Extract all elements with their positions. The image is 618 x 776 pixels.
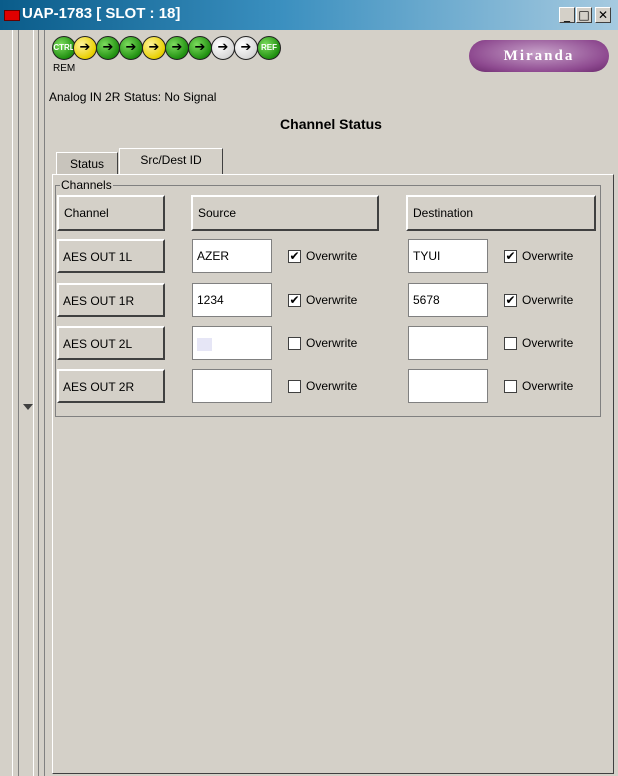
- group-legend: Channels: [60, 178, 113, 192]
- overwrite-label: Overwrite: [522, 379, 574, 393]
- arrow-icon[interactable]: ➔: [96, 36, 120, 60]
- channel-button[interactable]: AES OUT 1R: [57, 283, 165, 317]
- overwrite-label: Overwrite: [522, 249, 574, 263]
- status-line: Analog IN 2R Status: No Signal: [49, 90, 217, 104]
- destination-input[interactable]: 5678: [408, 283, 488, 317]
- channel-button[interactable]: AES OUT 2L: [57, 326, 165, 360]
- source-input[interactable]: AZER: [192, 239, 272, 273]
- app-window: UAP-1783 [ SLOT : 18] _ □ ✕ CTRL ➔ ➔ ➔ ➔…: [0, 0, 618, 776]
- source-input[interactable]: [192, 369, 272, 403]
- channel-button[interactable]: AES OUT 1L: [57, 239, 165, 273]
- tab-status[interactable]: Status: [56, 152, 118, 174]
- title-bar[interactable]: UAP-1783 [ SLOT : 18] _ □ ✕: [0, 0, 618, 30]
- window-title: UAP-1783 [ SLOT : 18]: [22, 5, 181, 22]
- minimize-button[interactable]: _: [559, 7, 575, 23]
- tab-src-dest-id[interactable]: Src/Dest ID: [119, 148, 223, 174]
- left-rail: [0, 30, 43, 776]
- overwrite-label: Overwrite: [306, 336, 358, 350]
- ref-icon[interactable]: REF: [257, 36, 281, 60]
- arrow-icon[interactable]: ➔: [165, 36, 189, 60]
- destination-header-button[interactable]: Destination: [406, 195, 596, 231]
- source-overwrite-checkbox[interactable]: [288, 380, 301, 393]
- source-input[interactable]: [192, 326, 272, 360]
- arrow-icon[interactable]: ➔: [119, 36, 143, 60]
- overwrite-label: Overwrite: [306, 293, 358, 307]
- destination-overwrite-checkbox[interactable]: ✔: [504, 250, 517, 263]
- expand-arrow-icon[interactable]: [23, 404, 33, 410]
- rail-divider: [12, 30, 13, 776]
- destination-overwrite-checkbox[interactable]: [504, 337, 517, 350]
- close-button[interactable]: ✕: [595, 7, 611, 23]
- panel-title: Channel Status: [280, 116, 382, 132]
- miranda-logo: Miranda: [469, 40, 609, 72]
- overwrite-label: Overwrite: [306, 379, 358, 393]
- source-input[interactable]: 1234: [192, 283, 272, 317]
- rem-label: REM: [53, 63, 76, 74]
- arrow-icon[interactable]: ➔: [142, 36, 166, 60]
- destination-input[interactable]: [408, 326, 488, 360]
- overwrite-label: Overwrite: [522, 293, 574, 307]
- overwrite-label: Overwrite: [306, 249, 358, 263]
- channel-button[interactable]: AES OUT 2R: [57, 369, 165, 403]
- destination-input[interactable]: [408, 369, 488, 403]
- source-header-button[interactable]: Source: [191, 195, 379, 231]
- channel-header-button[interactable]: Channel: [57, 195, 165, 231]
- destination-input[interactable]: TYUI: [408, 239, 488, 273]
- rail-divider: [38, 30, 39, 776]
- source-overwrite-checkbox[interactable]: [288, 337, 301, 350]
- arrow-icon[interactable]: ➔: [188, 36, 212, 60]
- source-overwrite-checkbox[interactable]: ✔: [288, 250, 301, 263]
- destination-overwrite-checkbox[interactable]: ✔: [504, 294, 517, 307]
- maximize-button[interactable]: □: [576, 7, 592, 23]
- overwrite-label: Overwrite: [522, 336, 574, 350]
- arrow-icon[interactable]: ➔: [73, 36, 97, 60]
- rail-divider: [18, 30, 19, 776]
- text-cursor: [197, 338, 212, 351]
- destination-overwrite-checkbox[interactable]: [504, 380, 517, 393]
- source-overwrite-checkbox[interactable]: ✔: [288, 294, 301, 307]
- arrow-icon[interactable]: ➔: [211, 36, 235, 60]
- status-led: [4, 10, 20, 21]
- rail-divider: [33, 30, 34, 776]
- arrow-icon[interactable]: ➔: [234, 36, 258, 60]
